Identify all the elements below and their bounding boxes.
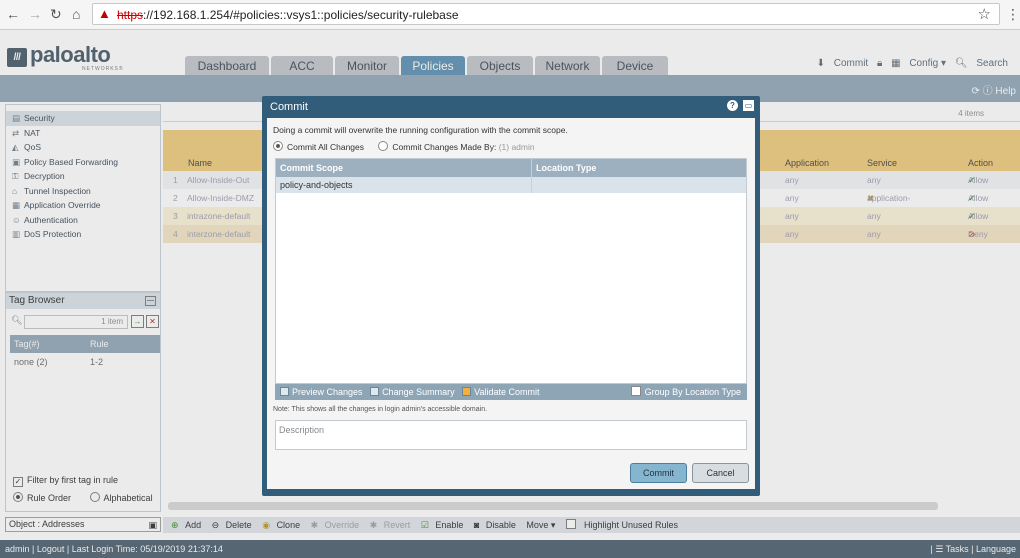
col-location-type[interactable]: Location Type xyxy=(532,159,746,177)
summary-label: Change Summary xyxy=(382,387,455,397)
change-summary-button[interactable]: Change Summary xyxy=(370,387,455,397)
browser-menu-icon[interactable]: ⋮ xyxy=(1006,6,1020,23)
help-icon[interactable]: ? xyxy=(727,100,738,111)
group-label: Group By Location Type xyxy=(644,387,741,397)
commit-button[interactable]: Commit xyxy=(630,463,687,483)
bookmark-star-icon[interactable]: ☆ xyxy=(978,5,991,23)
cancel-button[interactable]: Cancel xyxy=(692,463,749,483)
home-icon[interactable]: ⌂ xyxy=(72,6,80,22)
commit-dialog: Commit ? ▭ Doing a commit will overwrite… xyxy=(262,96,760,496)
validate-commit-button[interactable]: Validate Commit xyxy=(462,387,539,397)
not-secure-icon[interactable]: ▲ xyxy=(98,6,111,21)
commit-all-label: Commit All Changes xyxy=(287,142,365,152)
summary-icon xyxy=(370,387,380,396)
commit-all-radio[interactable]: Commit All Changes xyxy=(273,141,365,152)
commit-by-label: Commit Changes Made By: xyxy=(392,142,497,152)
group-by-location-checkbox[interactable]: Group By Location Type xyxy=(630,384,741,400)
url-text: https://192.168.1.254/#policies::vsys1::… xyxy=(117,8,459,22)
preview-icon xyxy=(280,387,289,396)
forward-icon[interactable]: → xyxy=(28,6,42,22)
dialog-title: Commit xyxy=(270,101,308,113)
col-commit-scope[interactable]: Commit Scope xyxy=(276,159,532,177)
commit-info-text: Doing a commit will overwrite the runnin… xyxy=(273,125,568,135)
radio-icon xyxy=(378,141,389,151)
url-protocol: https xyxy=(117,8,144,22)
description-input[interactable]: Description xyxy=(275,420,747,450)
back-icon[interactable]: ← xyxy=(6,6,20,22)
minimize-icon[interactable]: ▭ xyxy=(743,100,754,111)
checkbox-icon xyxy=(630,386,641,396)
commit-scope-table: Commit Scope Location Type policy-and-ob… xyxy=(275,158,747,384)
browser-toolbar: ← → ↻ ⌂ ▲ https://192.168.1.254/#policie… xyxy=(0,0,1020,30)
address-bar[interactable]: ▲ https://192.168.1.254/#policies::vsys1… xyxy=(92,3,1000,25)
preview-changes-button[interactable]: Preview Changes xyxy=(280,387,363,397)
commit-by-radio[interactable]: Commit Changes Made By: (1) admin xyxy=(378,141,535,152)
preview-label: Preview Changes xyxy=(292,387,363,397)
url-path: ://192.168.1.254/#policies::vsys1::polic… xyxy=(143,8,459,22)
commit-scope-options: Commit All Changes Commit Changes Made B… xyxy=(273,141,535,152)
commit-scope-cell: policy-and-objects xyxy=(276,177,532,193)
commit-table-header: Commit Scope Location Type xyxy=(276,159,746,177)
domain-note: Note: This shows all the changes in logi… xyxy=(273,406,488,413)
commit-actions-bar: Preview Changes Change Summary Validate … xyxy=(275,384,747,400)
validate-label: Validate Commit xyxy=(474,387,540,397)
location-type-cell xyxy=(532,177,746,193)
validate-icon xyxy=(462,387,472,396)
table-row[interactable]: policy-and-objects xyxy=(276,177,746,193)
commit-by-value: (1) admin xyxy=(498,142,535,152)
dialog-body: Doing a commit will overwrite the runnin… xyxy=(267,118,755,489)
reload-icon[interactable]: ↻ xyxy=(50,6,62,22)
radio-selected-icon xyxy=(273,141,283,151)
